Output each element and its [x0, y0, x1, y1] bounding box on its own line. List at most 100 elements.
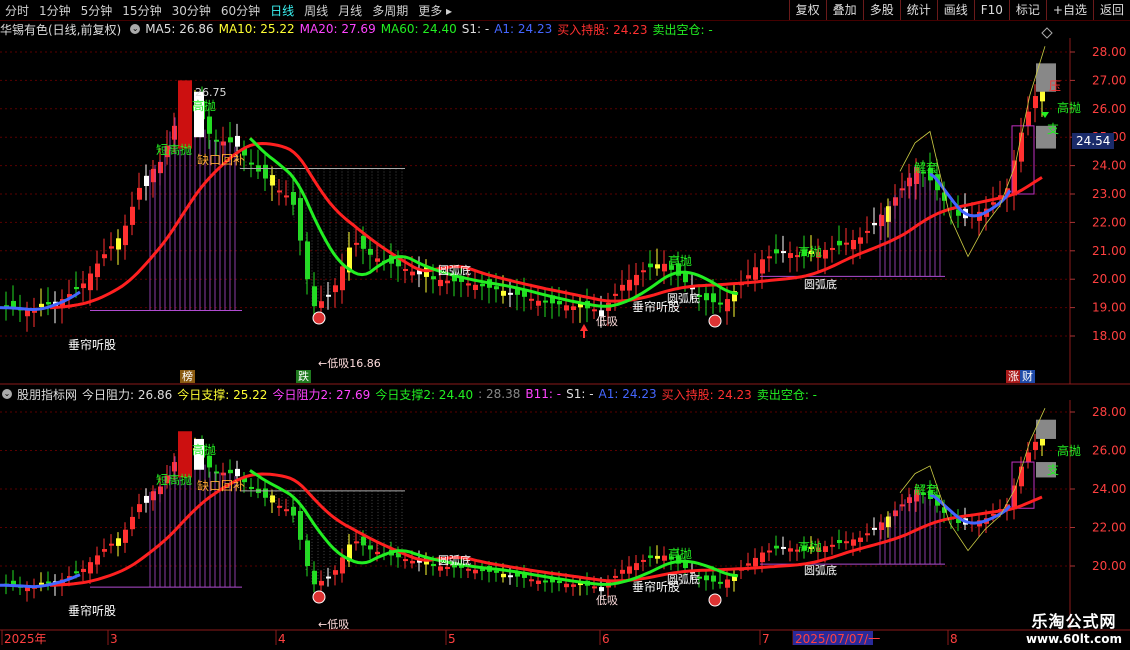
top-peak-candle	[178, 80, 192, 149]
candle-body	[207, 455, 212, 468]
candle-body	[249, 486, 254, 489]
gaokao-label-3: 高抛	[798, 244, 822, 259]
candle-body	[613, 293, 618, 296]
candle-body	[438, 566, 443, 571]
top-tick-label-4: 24.00	[1092, 159, 1126, 173]
candle-body	[823, 249, 828, 259]
top-tick-label-6: 22.00	[1092, 215, 1126, 229]
yuanhu-label-1: 圆弧底	[438, 263, 471, 277]
candle-body	[627, 566, 632, 574]
candle-body	[571, 584, 576, 587]
candle-body	[270, 495, 275, 503]
candle-body	[403, 268, 408, 271]
bang-badge[interactable]: 榜	[180, 370, 195, 383]
candle-body	[137, 187, 142, 200]
high-price-label: 26.75	[195, 86, 227, 99]
candle-body	[445, 280, 450, 284]
candle-body	[375, 258, 380, 262]
bot-tick-label-2: 24.00	[1092, 482, 1126, 496]
candle-body	[655, 264, 660, 269]
candle-body	[95, 555, 100, 565]
candle-body	[844, 541, 849, 544]
die-badge[interactable]: 跌	[296, 370, 311, 383]
date-label-7: 8	[950, 632, 958, 646]
candle-body	[543, 580, 548, 583]
cai-badge[interactable]: 财	[1020, 370, 1035, 383]
candle-body	[704, 293, 709, 301]
candle-body	[501, 290, 506, 296]
candle-body	[473, 569, 478, 574]
candle-body	[326, 294, 331, 297]
kline-chart-canvas[interactable]: 28.0027.0026.0025.0024.0023.0022.0021.00…	[0, 0, 1130, 650]
candle-body	[25, 309, 30, 317]
candle-body	[172, 462, 177, 472]
candle-body	[228, 137, 233, 143]
candle-body	[543, 300, 548, 303]
candle-body	[844, 242, 849, 245]
candle-body	[508, 575, 513, 578]
candle-body	[312, 570, 317, 585]
candle-body	[760, 259, 765, 274]
candle-body	[319, 301, 324, 308]
candle-body	[893, 510, 898, 517]
top-tick-label-5: 23.00	[1092, 187, 1126, 201]
candle-body	[991, 202, 996, 205]
candle-body	[823, 546, 828, 552]
top-tick-label-0: 28.00	[1092, 45, 1126, 59]
candle-body	[116, 538, 121, 546]
candle-body	[361, 536, 366, 546]
candle-body	[445, 566, 450, 569]
candle-body	[501, 573, 506, 578]
bottom-gray-box-top	[1036, 419, 1056, 439]
candle-body	[781, 251, 786, 254]
candle-body	[662, 555, 667, 561]
candle-body	[249, 162, 254, 165]
candle-body	[410, 560, 415, 564]
bottom-peak-candle	[178, 431, 192, 478]
yuanhu-label-2-sub: 圆弧底	[667, 572, 700, 586]
candle-body	[641, 559, 646, 562]
top-tick-label-7: 21.00	[1092, 244, 1126, 258]
bottom-ma-green	[249, 469, 739, 586]
candle-body	[711, 575, 716, 582]
candle-body	[753, 557, 758, 567]
candle-body	[774, 545, 779, 549]
zhi-label-sub: 支	[1047, 463, 1059, 477]
candle-body	[557, 580, 562, 584]
candle-body	[305, 540, 310, 566]
candle-body	[298, 198, 303, 241]
candle-body	[123, 225, 128, 246]
qiang-label-1: 短高抛	[156, 142, 192, 157]
candle-body	[172, 125, 177, 140]
candle-body	[767, 550, 772, 553]
candle-body	[270, 175, 275, 186]
candle-body	[830, 247, 835, 250]
candle-body	[1026, 452, 1031, 463]
candle-body	[207, 116, 212, 134]
date-label-4: 6	[602, 632, 610, 646]
candle-body	[235, 468, 240, 477]
candle-body	[333, 570, 338, 575]
watermark: 乐淘公式网 www.60lt.com	[1026, 608, 1122, 646]
candle-body	[641, 270, 646, 273]
candle-body	[788, 548, 793, 552]
candle-body	[781, 546, 786, 549]
candle-body	[648, 263, 653, 268]
ya-label: 压	[1049, 79, 1061, 93]
candle-body	[340, 557, 345, 574]
zhang-badge[interactable]: 涨	[1006, 370, 1021, 383]
candle-body	[613, 575, 618, 578]
candle-body	[564, 305, 569, 311]
candle-body	[95, 263, 100, 278]
gaokao-label-3-sub: 高抛	[798, 539, 822, 554]
candle-body	[375, 551, 380, 555]
buy-point-icon-3	[312, 590, 326, 604]
candle-body	[1033, 96, 1038, 109]
candle-body	[907, 497, 912, 503]
candle-body	[312, 286, 317, 307]
candle-body	[767, 256, 772, 259]
candle-body	[109, 246, 114, 249]
candle-body	[81, 568, 86, 573]
candle-body	[872, 527, 877, 530]
candle-body	[837, 540, 842, 544]
